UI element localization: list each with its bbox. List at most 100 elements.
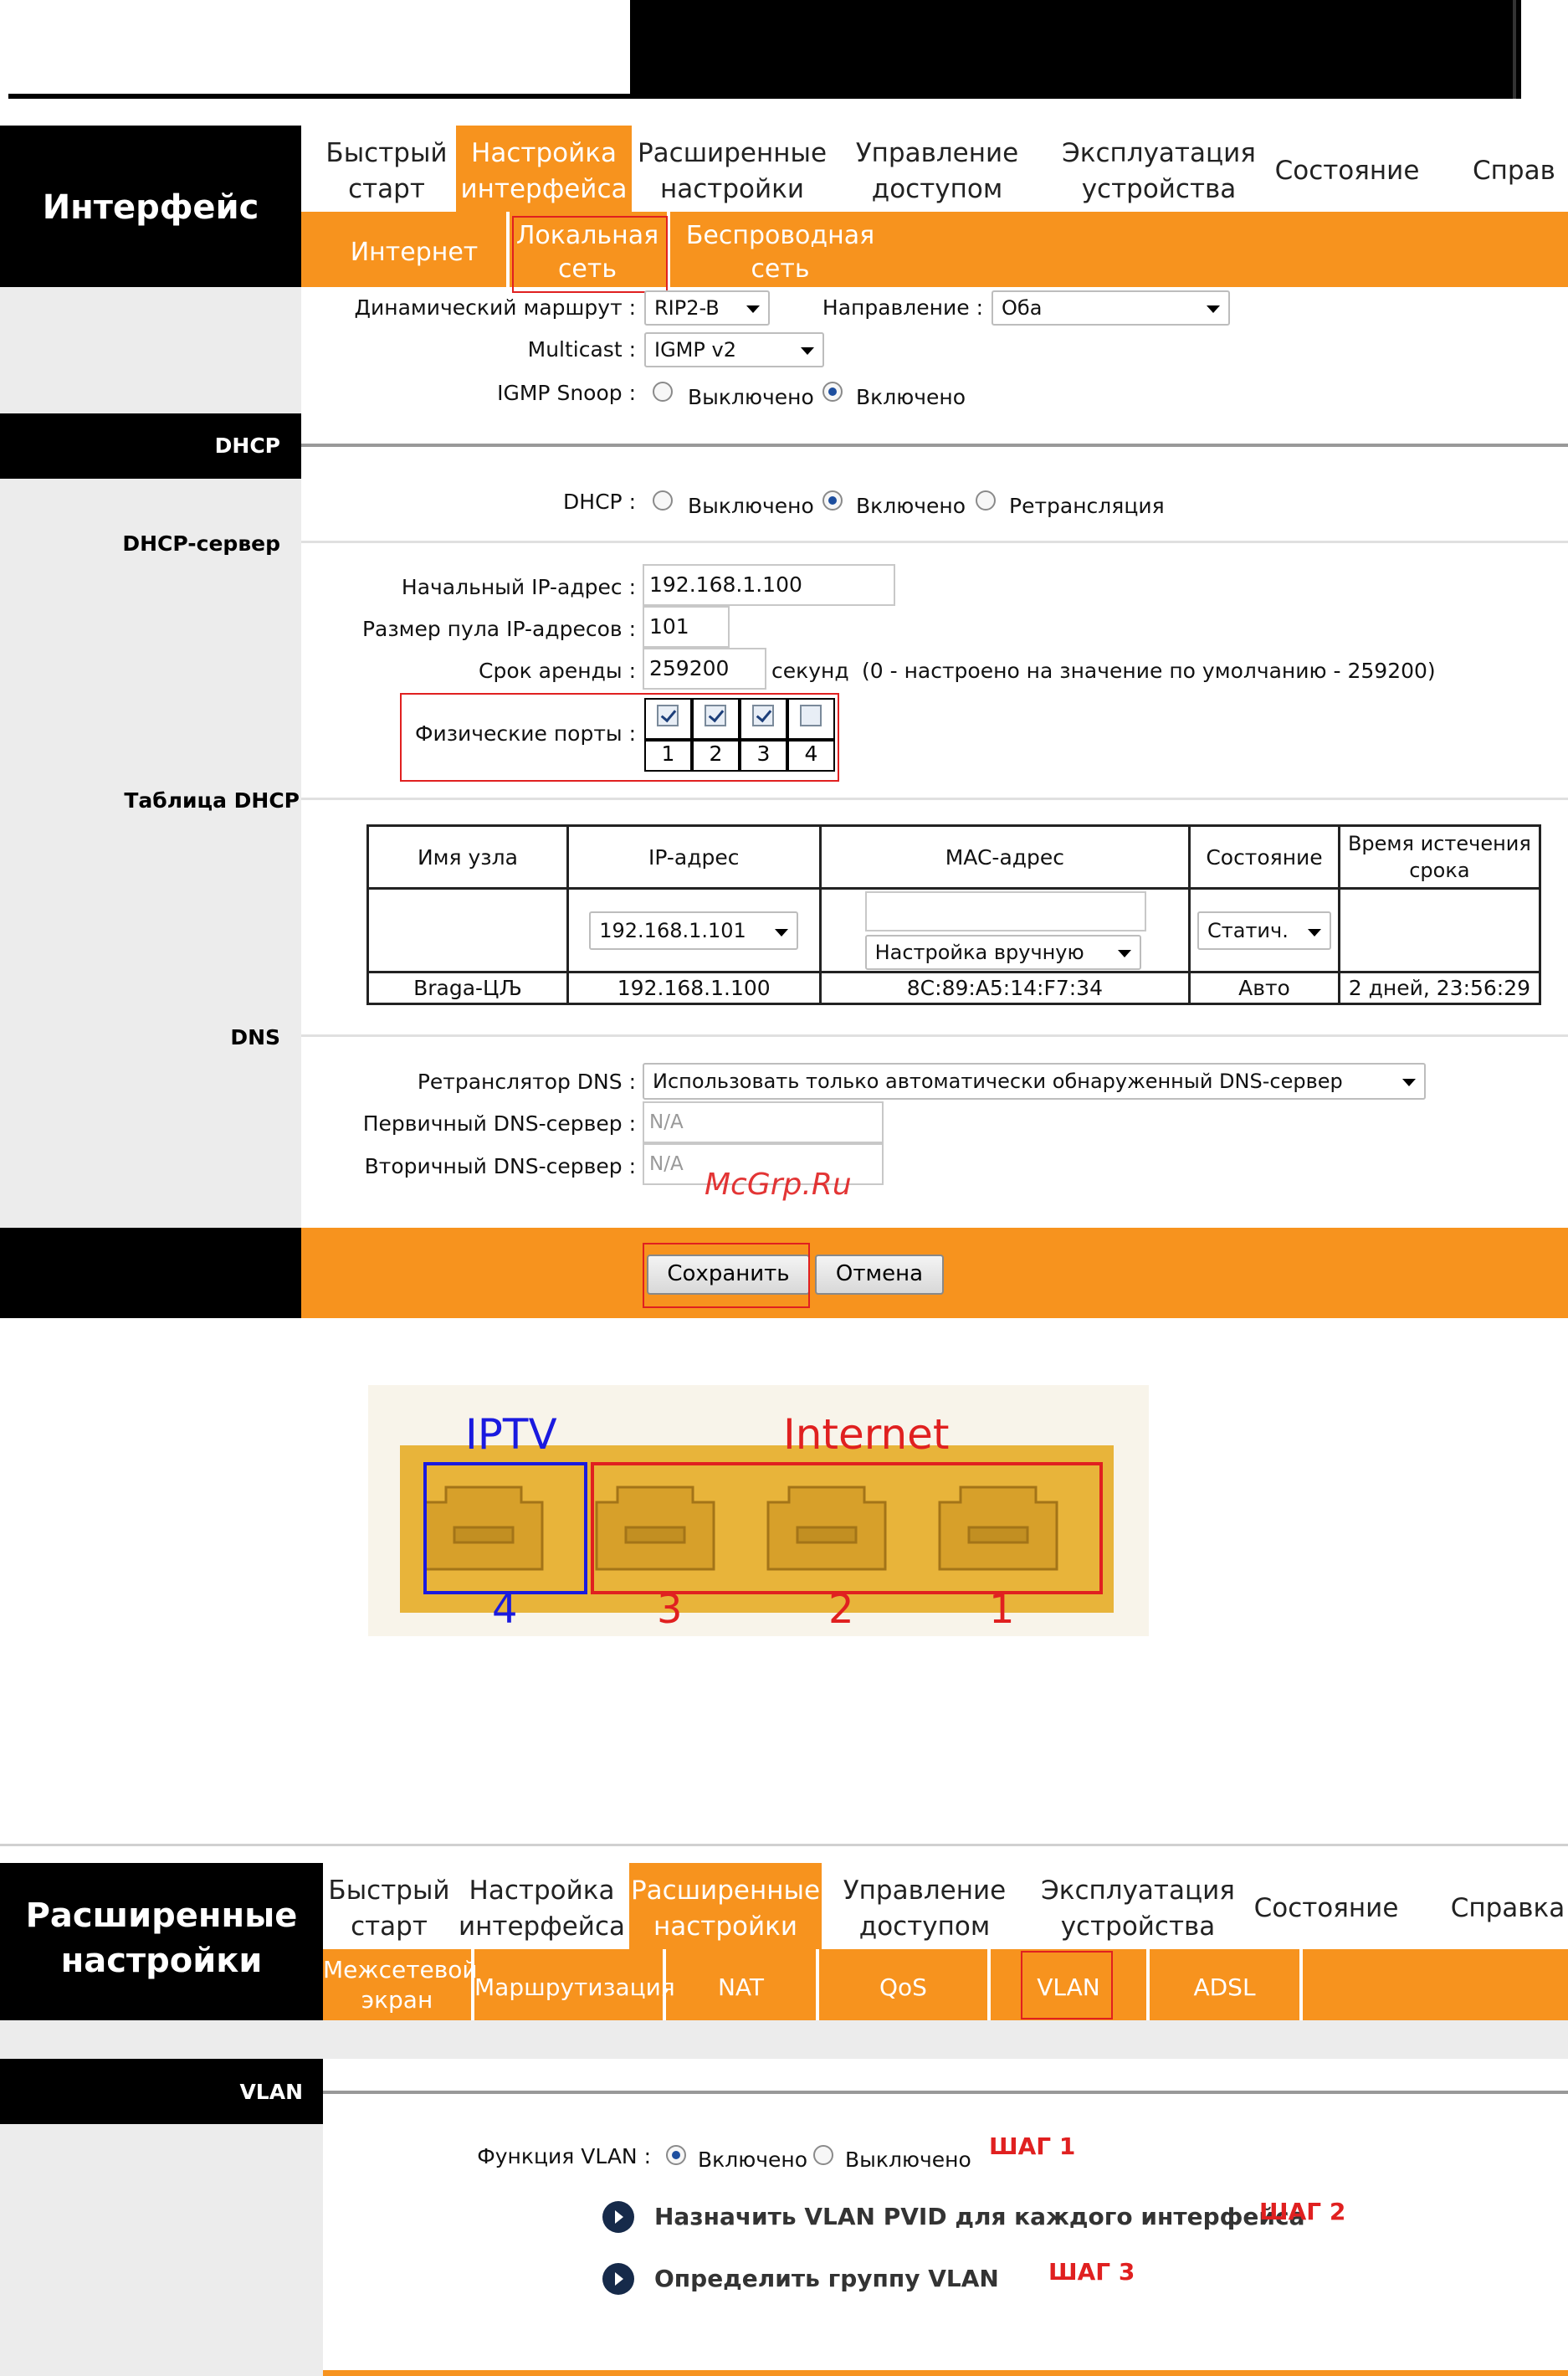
port-label-1: 1	[989, 1586, 1015, 1633]
lease-unit: секунд	[771, 659, 849, 683]
s1-tab-status[interactable]: Состояние	[1263, 153, 1431, 189]
s1-subtab-internet[interactable]: Интернет	[318, 236, 510, 269]
step1-label: ШАГ 1	[989, 2132, 1076, 2160]
s1-tab-help[interactable]: Справ	[1473, 153, 1568, 189]
dhcp-server-line	[301, 541, 1568, 543]
dhcp-section-line	[301, 444, 1568, 447]
s1-subtab-wireless[interactable]: Беспроводная сеть	[674, 219, 887, 286]
s2-tab-help[interactable]: Справка	[1448, 1891, 1568, 1927]
dhcp-relay-radio[interactable]	[976, 490, 996, 511]
screen2-sidebar-title: Расширенные настройки	[25, 1896, 298, 1980]
s2-tab-quick-start[interactable]: Быстрый старт	[322, 1873, 456, 1945]
dynamic-route-select[interactable]: RIP2-B	[644, 290, 770, 326]
row-expiry: 2 дней, 23:56:29	[1337, 971, 1542, 1005]
s2-subtab-routing[interactable]: Маршрутизация	[474, 1971, 675, 2004]
internet-box	[591, 1462, 1103, 1594]
edit-mac-input[interactable]	[864, 890, 1146, 931]
start-ip-label: Начальный IP-адрес :	[401, 575, 636, 599]
edit-state-select[interactable]: Статич.	[1197, 911, 1331, 950]
port-number-4: 4	[787, 740, 835, 772]
step3-label: ШАГ 3	[1048, 2258, 1135, 2286]
dhcp-off-radio[interactable]	[653, 490, 673, 511]
igmp-off-label: Выключено	[688, 385, 814, 409]
dns-section-line	[301, 1034, 1568, 1037]
save-highlight	[643, 1243, 810, 1308]
row-state: Авто	[1188, 971, 1340, 1005]
multicast-select[interactable]: IGMP v2	[644, 332, 824, 367]
vlan-pvid-link[interactable]: Назначить VLAN PVID для каждого интерфей…	[654, 2203, 1305, 2230]
dns-primary-input[interactable]: N/A	[643, 1101, 884, 1143]
port-label-4: 4	[492, 1586, 518, 1633]
top-divider	[8, 94, 632, 99]
vlan-pvid-arrow-icon[interactable]	[602, 2201, 634, 2233]
edit-mac-mode-select[interactable]: Настройка вручную	[864, 934, 1141, 970]
col-header-state: Состояние	[1188, 824, 1340, 890]
cancel-button[interactable]: Отмена	[815, 1255, 944, 1295]
igmp-off-radio[interactable]	[653, 382, 673, 402]
edit-ip-select[interactable]: 192.168.1.101	[589, 911, 799, 950]
internet-label: Internet	[783, 1410, 950, 1459]
s1-tab-advanced[interactable]: Расширенные настройки	[632, 136, 833, 208]
iptv-label: IPTV	[465, 1410, 557, 1459]
edit-expiry-cell	[1337, 887, 1542, 973]
ports-photo: IPTV Internet 4 3 2 1	[368, 1385, 1149, 1636]
start-ip-input[interactable]: 192.168.1.100	[643, 564, 895, 606]
col-header-expiry: Время истечения срока	[1337, 824, 1542, 890]
s1-tab-access[interactable]: Управление доступом	[845, 136, 1029, 208]
edit-mac-cell: Настройка вручную	[818, 887, 1191, 973]
port-label-3: 3	[657, 1586, 683, 1633]
screen2-gray-band	[323, 2020, 1568, 2059]
multicast-label: Multicast :	[527, 337, 636, 362]
s1-tab-quick-start[interactable]: Быстрый старт	[316, 136, 457, 208]
s2-tab-status[interactable]: Состояние	[1243, 1891, 1410, 1927]
port-2-checkbox[interactable]	[705, 705, 726, 726]
vlan-off-radio[interactable]	[813, 2145, 833, 2165]
screen2-top-line	[0, 1844, 1568, 1846]
port-3-checkbox[interactable]	[752, 705, 774, 726]
s2-subtab-firewall[interactable]: Межсетевой экран	[323, 1955, 478, 2015]
lease-label: Срок аренды :	[479, 659, 636, 683]
direction-label: Направление :	[822, 295, 983, 320]
watermark: McGrp.Ru	[705, 1167, 852, 1202]
screen2-sidebar-body-top	[0, 2020, 323, 2059]
dhcp-on-radio[interactable]	[822, 490, 843, 511]
direction-select[interactable]: Оба	[992, 290, 1230, 326]
igmp-on-radio[interactable]	[822, 382, 843, 402]
screen2-bottom-bar	[323, 2370, 1568, 2376]
s1-lan-highlight	[512, 216, 668, 293]
s2-subtab-adsl[interactable]: ADSL	[1150, 1971, 1299, 2004]
vlan-section-title: VLAN	[239, 2080, 303, 2104]
pool-size-input[interactable]: 101	[643, 606, 730, 648]
s2-subtab-nat[interactable]: NAT	[666, 1971, 816, 2004]
igmp-on-label: Включено	[856, 385, 966, 409]
dhcp-table: Имя узла IP-адрес MAC-адрес Состояние Вр…	[366, 824, 1542, 1005]
s1-tab-maintenance[interactable]: Эксплуатация устройства	[1046, 136, 1272, 208]
col-header-hostname: Имя узла	[366, 824, 569, 890]
s2-vlan-highlight	[1021, 1951, 1113, 2019]
vlan-on-radio[interactable]	[666, 2145, 686, 2165]
dhcp-relay-label: Ретрансляция	[1009, 494, 1165, 518]
lease-input[interactable]: 259200	[643, 648, 766, 690]
row-mac: 8C:89:A5:14:F7:34	[818, 971, 1191, 1005]
dns-relay-select[interactable]: Использовать только автоматически обнару…	[643, 1063, 1426, 1100]
s2-subtab-qos[interactable]: QoS	[819, 1971, 987, 2004]
pool-size-label: Размер пула IP-адресов :	[361, 617, 636, 641]
s1-tab-interface-setup[interactable]: Настройка интерфейса	[456, 136, 632, 208]
top-right-edge	[1513, 0, 1516, 99]
dns-section-title: DNS	[230, 1025, 280, 1049]
port-4-checkbox[interactable]	[800, 705, 822, 726]
dhcp-section-title: DHCP	[214, 434, 280, 458]
vlan-group-arrow-icon[interactable]	[602, 2263, 634, 2295]
row-hostname: Braga-ЦЉ	[366, 971, 569, 1005]
s2-tab-advanced[interactable]: Расширенные настройки	[629, 1873, 822, 1945]
s2-tab-access[interactable]: Управление доступом	[833, 1873, 1017, 1945]
s2-tab-maintenance[interactable]: Эксплуатация устройства	[1029, 1873, 1247, 1945]
vlan-on-label: Включено	[698, 2148, 808, 2172]
port-1-checkbox[interactable]	[657, 705, 679, 726]
s2-tab-interface-setup[interactable]: Настройка интерфейса	[456, 1873, 628, 1945]
edit-ip-cell: 192.168.1.101	[566, 887, 822, 973]
dhcp-label: DHCP :	[563, 490, 636, 514]
vlan-group-link[interactable]: Определить группу VLAN	[654, 2265, 999, 2292]
edit-hostname-cell	[366, 887, 569, 973]
row-ip: 192.168.1.100	[566, 971, 822, 1005]
